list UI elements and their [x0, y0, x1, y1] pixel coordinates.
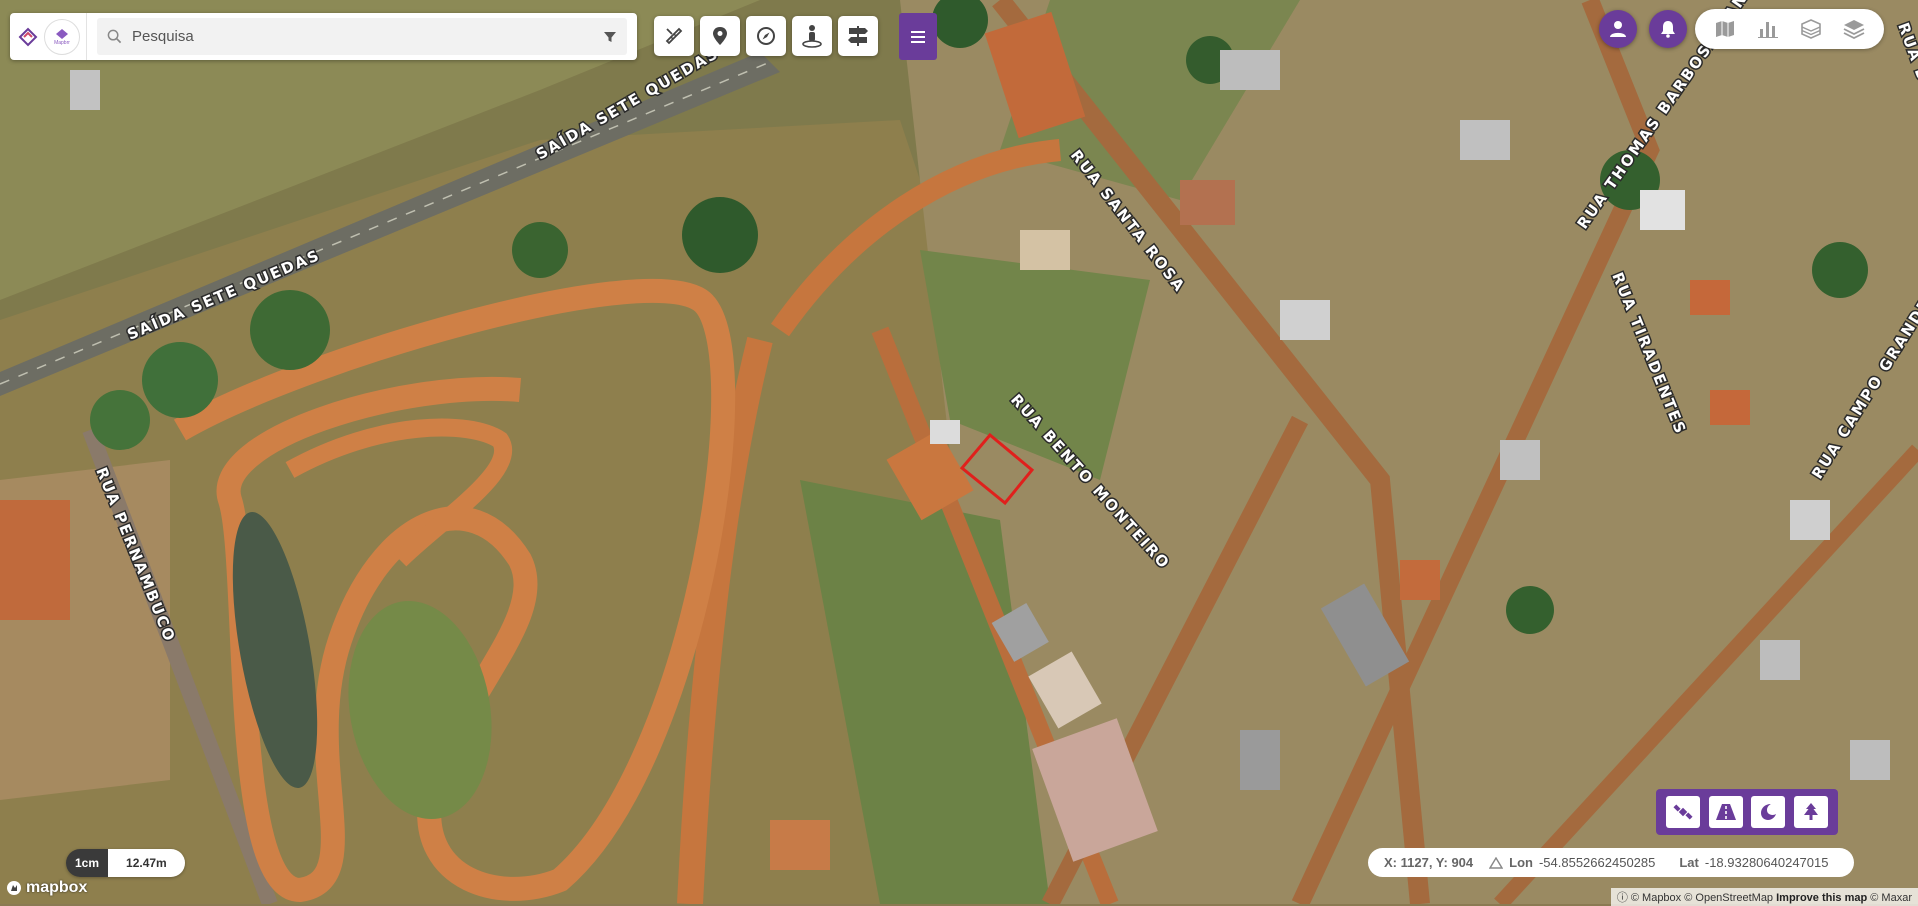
satellite-icon	[1673, 804, 1693, 820]
user-icon	[1610, 21, 1626, 37]
marker-button[interactable]	[700, 16, 740, 56]
signpost-icon	[848, 26, 868, 46]
osm-attribution-link[interactable]: © OpenStreetMap	[1684, 892, 1773, 904]
user-button[interactable]	[1599, 10, 1637, 48]
street-view-icon	[802, 25, 822, 48]
statistics-button[interactable]	[1751, 12, 1785, 46]
lon-value: -54.8552662450285	[1538, 855, 1656, 870]
road-style-button[interactable]	[1708, 796, 1743, 828]
notifications-button[interactable]	[1649, 10, 1687, 48]
coordinate-readout: X: 1127, Y: 904 Lon -54.8552662450285 La…	[1368, 848, 1854, 877]
scale-indicator: 1cm 12.47m	[66, 849, 185, 877]
info-icon[interactable]: ⓘ	[1617, 892, 1628, 904]
mapbox-logo-text: mapbox	[26, 879, 88, 896]
moon-icon	[1761, 804, 1777, 820]
street-label: RUA CAMPO GRANDE	[1808, 295, 1918, 482]
street-labels: SAÍDA SETE QUEDAS SAÍDA SETE QUEDAS RUA …	[91, 0, 1918, 647]
lat-value: -18.93280640247015	[1704, 855, 1829, 870]
layers-button[interactable]	[1837, 12, 1871, 46]
scale-unit: 1cm	[66, 849, 109, 877]
road-icon	[1715, 804, 1736, 820]
brand-badge: Mapbrr	[44, 18, 80, 55]
street-label: RUA BENTO MONTEIRO	[1007, 391, 1174, 573]
bar-chart-icon	[1757, 22, 1778, 38]
measure-button[interactable]	[654, 16, 694, 56]
buildings-layer-button[interactable]	[1794, 12, 1828, 46]
hamburger-icon	[911, 30, 925, 43]
lat-label: Lat	[1679, 855, 1699, 870]
filter-icon[interactable]	[603, 30, 617, 44]
building-layer-icon	[1801, 19, 1821, 39]
terrain-style-button[interactable]	[1793, 796, 1828, 828]
brand-logo-icon	[18, 27, 38, 46]
compass-icon	[757, 27, 775, 45]
compass-button[interactable]	[746, 16, 786, 56]
measure-icon	[665, 27, 683, 45]
search-input[interactable]	[130, 27, 603, 46]
street-label: RUA TIRADENTES	[1608, 270, 1690, 438]
search-box[interactable]	[97, 18, 627, 55]
cursor-xy: X: 1127, Y: 904	[1384, 855, 1474, 870]
search-panel: Mapbrr	[10, 13, 637, 60]
stack-layers-icon	[1843, 20, 1865, 39]
brand-logo[interactable]: Mapbrr	[10, 13, 87, 60]
lon-label: Lon	[1509, 855, 1533, 870]
street-label: RUA PERNAMBUCO	[92, 465, 179, 645]
street-view-button[interactable]	[792, 16, 832, 56]
maxar-attribution-link[interactable]: © Maxar	[1870, 892, 1912, 904]
improve-map-link[interactable]: Improve this map	[1776, 892, 1867, 904]
map-pin-icon	[713, 27, 727, 45]
scale-value: 12.47m	[108, 849, 185, 877]
street-label: SAÍDA SETE QUEDAS	[124, 245, 323, 344]
brand-badge-icon	[56, 28, 68, 39]
menu-button[interactable]	[899, 13, 937, 60]
street-label: RUA SANTA ROSA	[1067, 146, 1189, 296]
satellite-map[interactable]: SAÍDA SETE QUEDAS SAÍDA SETE QUEDAS RUA …	[0, 0, 1918, 904]
mapbox-attribution-link[interactable]: © Mapbox	[1631, 892, 1681, 904]
layers-toolbar	[1695, 9, 1884, 49]
tree-icon	[1803, 803, 1818, 820]
map-tools	[654, 13, 878, 60]
mapbox-logo[interactable]: mapbox	[6, 879, 87, 897]
satellite-style-button[interactable]	[1666, 796, 1701, 828]
search-icon	[107, 29, 122, 44]
map-layer-icon	[1715, 21, 1734, 37]
brand-badge-text: Mapbrr	[54, 39, 70, 46]
street-label: RUA DOM	[1894, 20, 1918, 115]
street-label: SAÍDA SETE QUEDAS	[533, 43, 723, 163]
mapbox-logo-icon	[7, 881, 21, 895]
map-style-switcher	[1656, 789, 1838, 835]
directions-button[interactable]	[838, 16, 878, 56]
dark-style-button[interactable]	[1751, 796, 1786, 828]
bell-icon	[1661, 21, 1675, 38]
warning-icon	[1489, 856, 1504, 869]
map-attribution: ⓘ © Mapbox © OpenStreetMap Improve this …	[1610, 888, 1918, 906]
map-layer-button[interactable]	[1708, 12, 1742, 46]
